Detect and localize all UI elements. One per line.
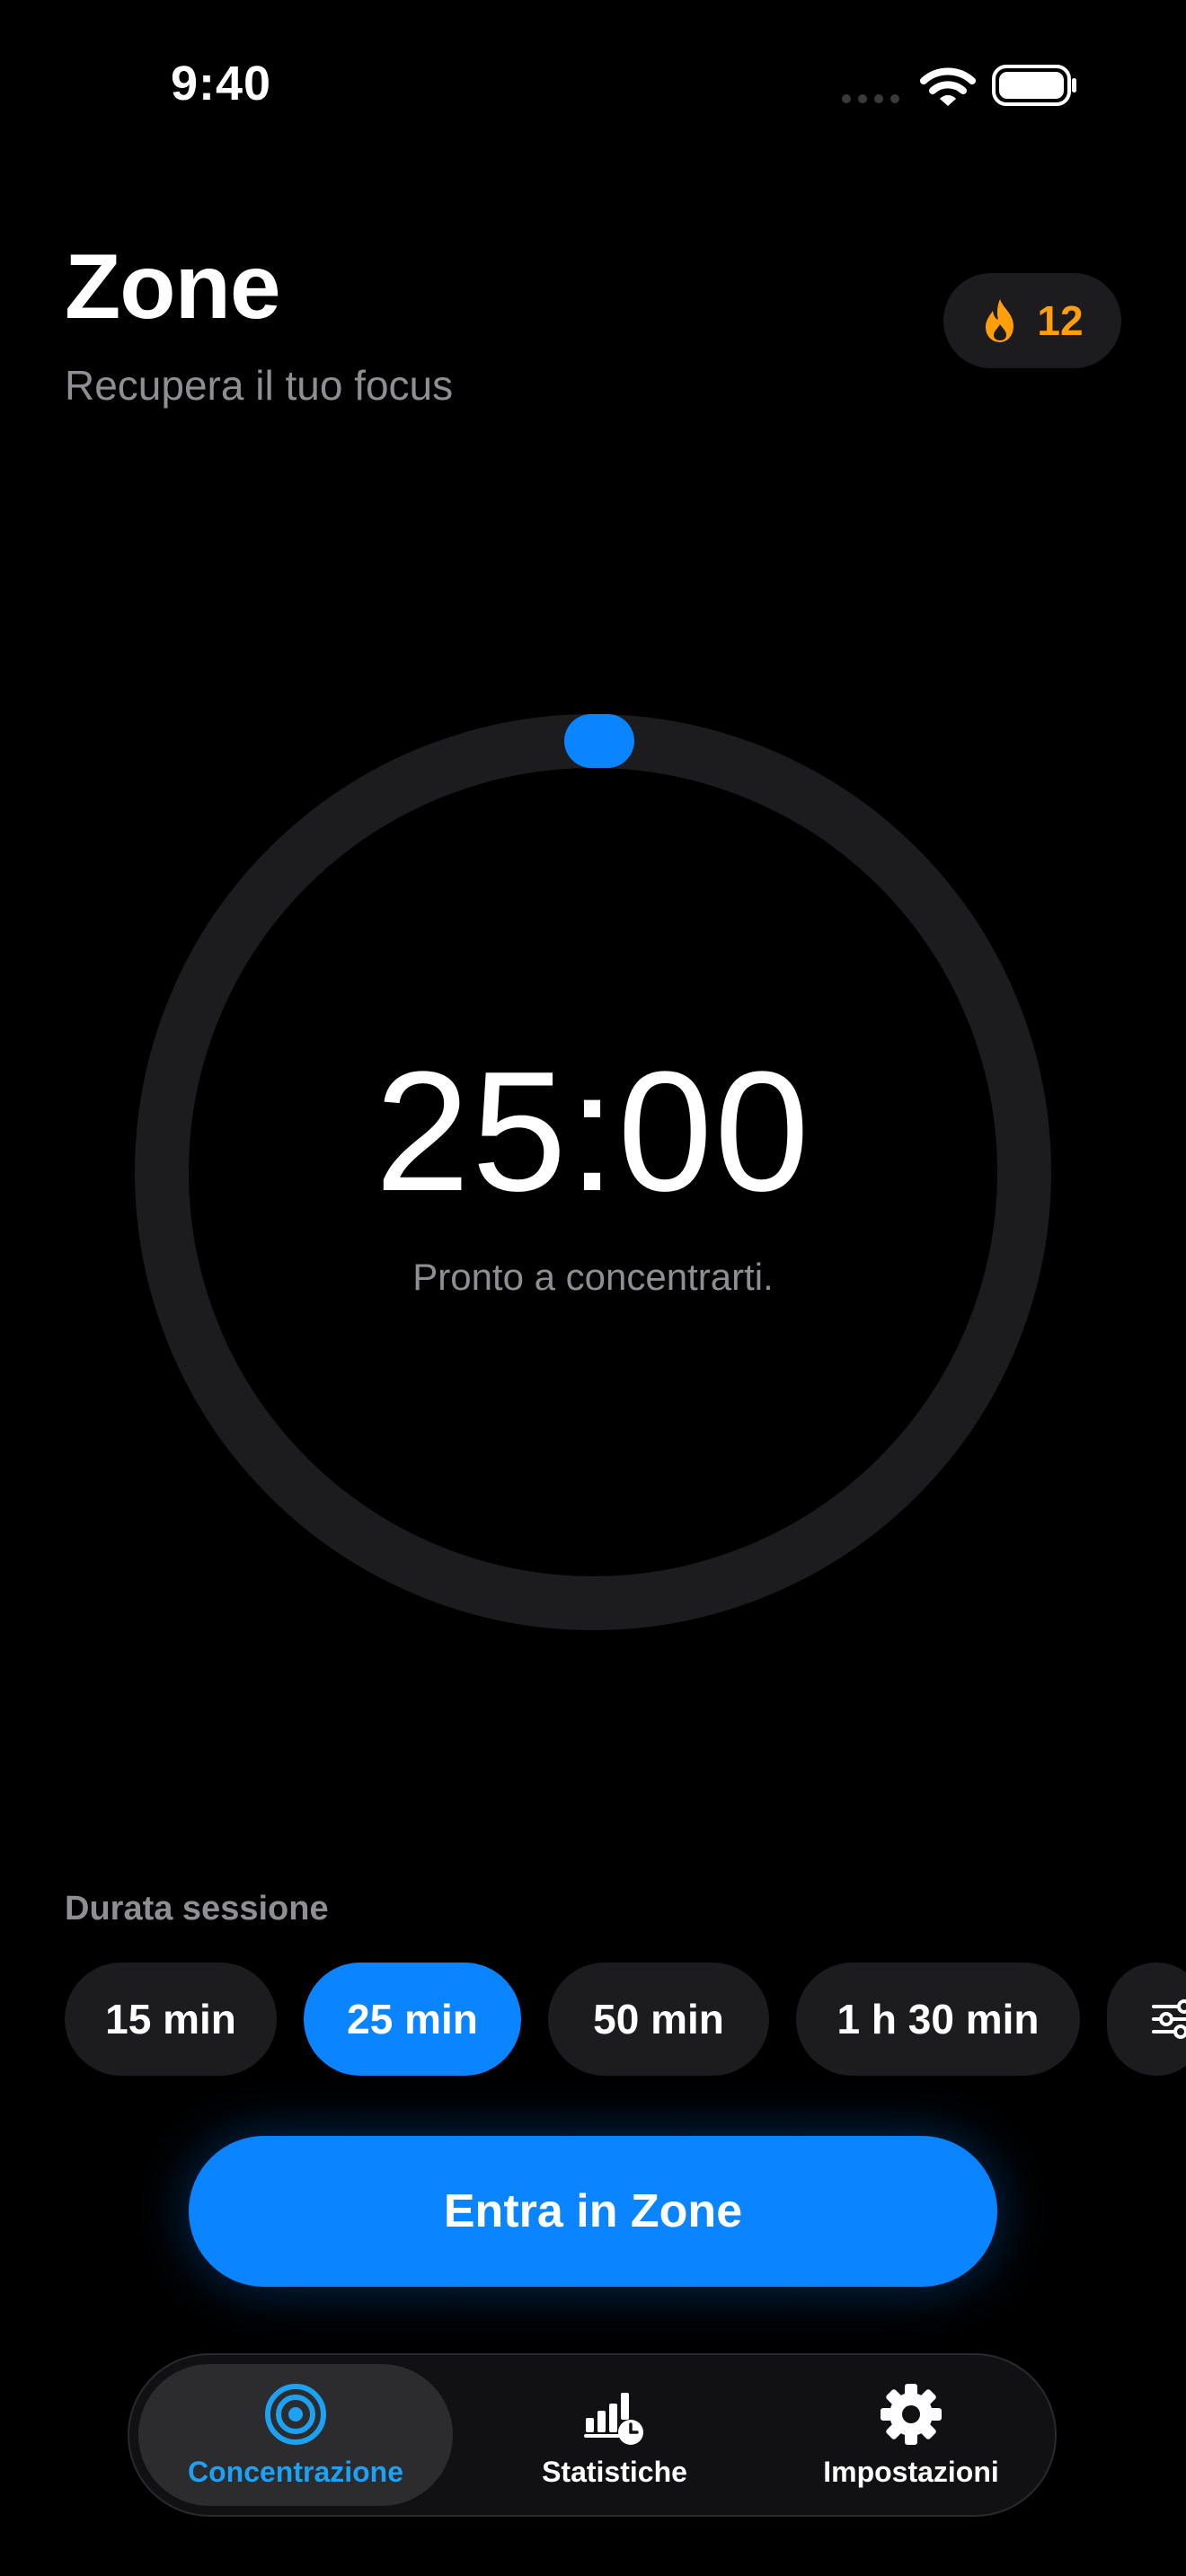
chart-clock-icon: [584, 2392, 643, 2445]
tab-label: Impostazioni: [823, 2455, 999, 2488]
page-title: Zone: [65, 235, 281, 338]
duration-chip-90-min[interactable]: 1 h 30 min: [796, 1963, 1080, 2076]
tab-statistiche[interactable]: Statistiche: [516, 2364, 713, 2506]
wifi-icon: [920, 67, 976, 106]
duration-options: 15 min 25 min 50 min 1 h 30 min: [65, 1963, 1186, 2076]
custom-duration-button[interactable]: [1107, 1963, 1186, 2076]
tab-impostazioni[interactable]: Impostazioni: [776, 2364, 1046, 2506]
enter-zone-button[interactable]: Entra in Zone: [189, 2136, 997, 2287]
tab-label: Concentrazione: [187, 2455, 404, 2488]
status-bar: 9:40: [0, 0, 1186, 162]
battery-icon: [992, 65, 1076, 106]
flame-icon: [986, 299, 1014, 342]
duration-chip-50-min[interactable]: 50 min: [548, 1963, 769, 2076]
target-icon: [265, 2383, 326, 2445]
page-subtitle: Recupera il tuo focus: [65, 362, 454, 409]
timer-value: 25:00: [375, 1037, 811, 1227]
duration-chip-25-min[interactable]: 25 min: [304, 1963, 521, 2076]
streak-badge[interactable]: 12: [943, 273, 1121, 368]
gear-icon: [881, 2383, 942, 2445]
tab-label: Statistiche: [542, 2455, 687, 2488]
tab-concentrazione[interactable]: Concentrazione: [138, 2364, 453, 2506]
duration-label: Durata sessione: [65, 1890, 329, 1928]
timer-progress-handle: [564, 714, 634, 768]
duration-chip-15-min[interactable]: 15 min: [65, 1963, 277, 2076]
tab-bar: Concentrazione Statistiche Impostazioni: [128, 2353, 1057, 2517]
timer-status: Pronto a concentrarti.: [412, 1256, 774, 1298]
sliders-icon: [1152, 1999, 1186, 2039]
status-time: 9:40: [171, 57, 272, 110]
cellular-signal-icon: [842, 94, 899, 103]
streak-count: 12: [1037, 297, 1084, 344]
